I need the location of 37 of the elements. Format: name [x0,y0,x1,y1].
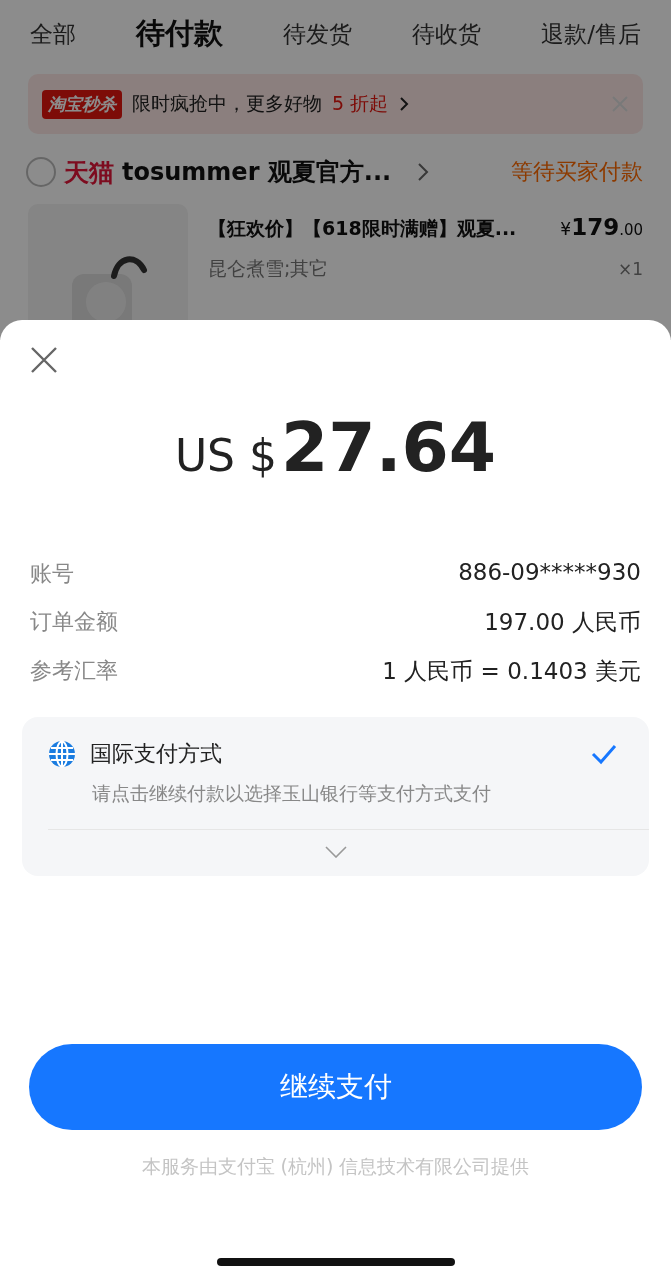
order-tab[interactable]: 全部 [30,18,76,50]
product-variant: 昆仑煮雪;其它 [208,256,329,281]
order-tab[interactable]: 待发货 [283,18,353,50]
globe-icon [48,740,76,768]
currency-symbol: ¥ [560,219,572,239]
chevron-down-icon[interactable] [324,846,347,858]
chevron-right-icon [398,96,411,112]
continue-payment-button[interactable]: 继续支付 [29,1044,642,1130]
order-tab[interactable]: 退款/售后 [541,18,641,50]
detail-label: 订单金额 [30,608,118,636]
detail-label: 参考汇率 [30,657,118,685]
order-tab[interactable]: 待付款 [136,14,224,54]
promo-text: 限时疯抢中，更多好物 [132,91,322,116]
price-integer: 179 [571,214,620,240]
detail-value: 886-09*****930 [458,559,641,587]
chevron-right-icon [417,162,430,182]
promo-logo: 淘宝秒杀 [42,89,122,119]
payment-method-description: 请点击继续付款以选择玉山银行等支付方式支付 [92,781,492,806]
select-checkbox[interactable] [26,157,56,187]
order-tab[interactable]: 待收货 [412,18,482,50]
provider-notice: 本服务由支付宝 (杭州) 信息技术有限公司提供 [140,1154,531,1179]
product-title[interactable]: 【狂欢价】【618限时满赠】观夏... [208,216,517,242]
detail-label: 账号 [30,560,74,588]
store-name[interactable]: tosummer 观夏官方... [122,156,392,188]
brand-label: 天猫 [64,156,114,189]
price-decimal: .00 [619,221,643,239]
discount-text: 5 折起 [332,91,389,116]
payment-method-title: 国际支付方式 [90,740,222,768]
order-status: 等待买家付款 [511,158,643,186]
detail-value: 197.00 人民币 [484,608,641,637]
payment-amount: 27.64 [281,408,497,487]
detail-value: 1 人民币 = 0.1403 美元 [382,657,641,686]
promo-banner[interactable]: 淘宝秒杀 限时疯抢中，更多好物 5 折起 [28,74,643,134]
close-icon[interactable] [30,346,58,374]
currency-label: US $ [174,430,277,481]
payment-method-card[interactable]: 国际支付方式 请点击继续付款以选择玉山银行等支付方式支付 [22,717,649,876]
quantity: ×1 [617,259,643,279]
